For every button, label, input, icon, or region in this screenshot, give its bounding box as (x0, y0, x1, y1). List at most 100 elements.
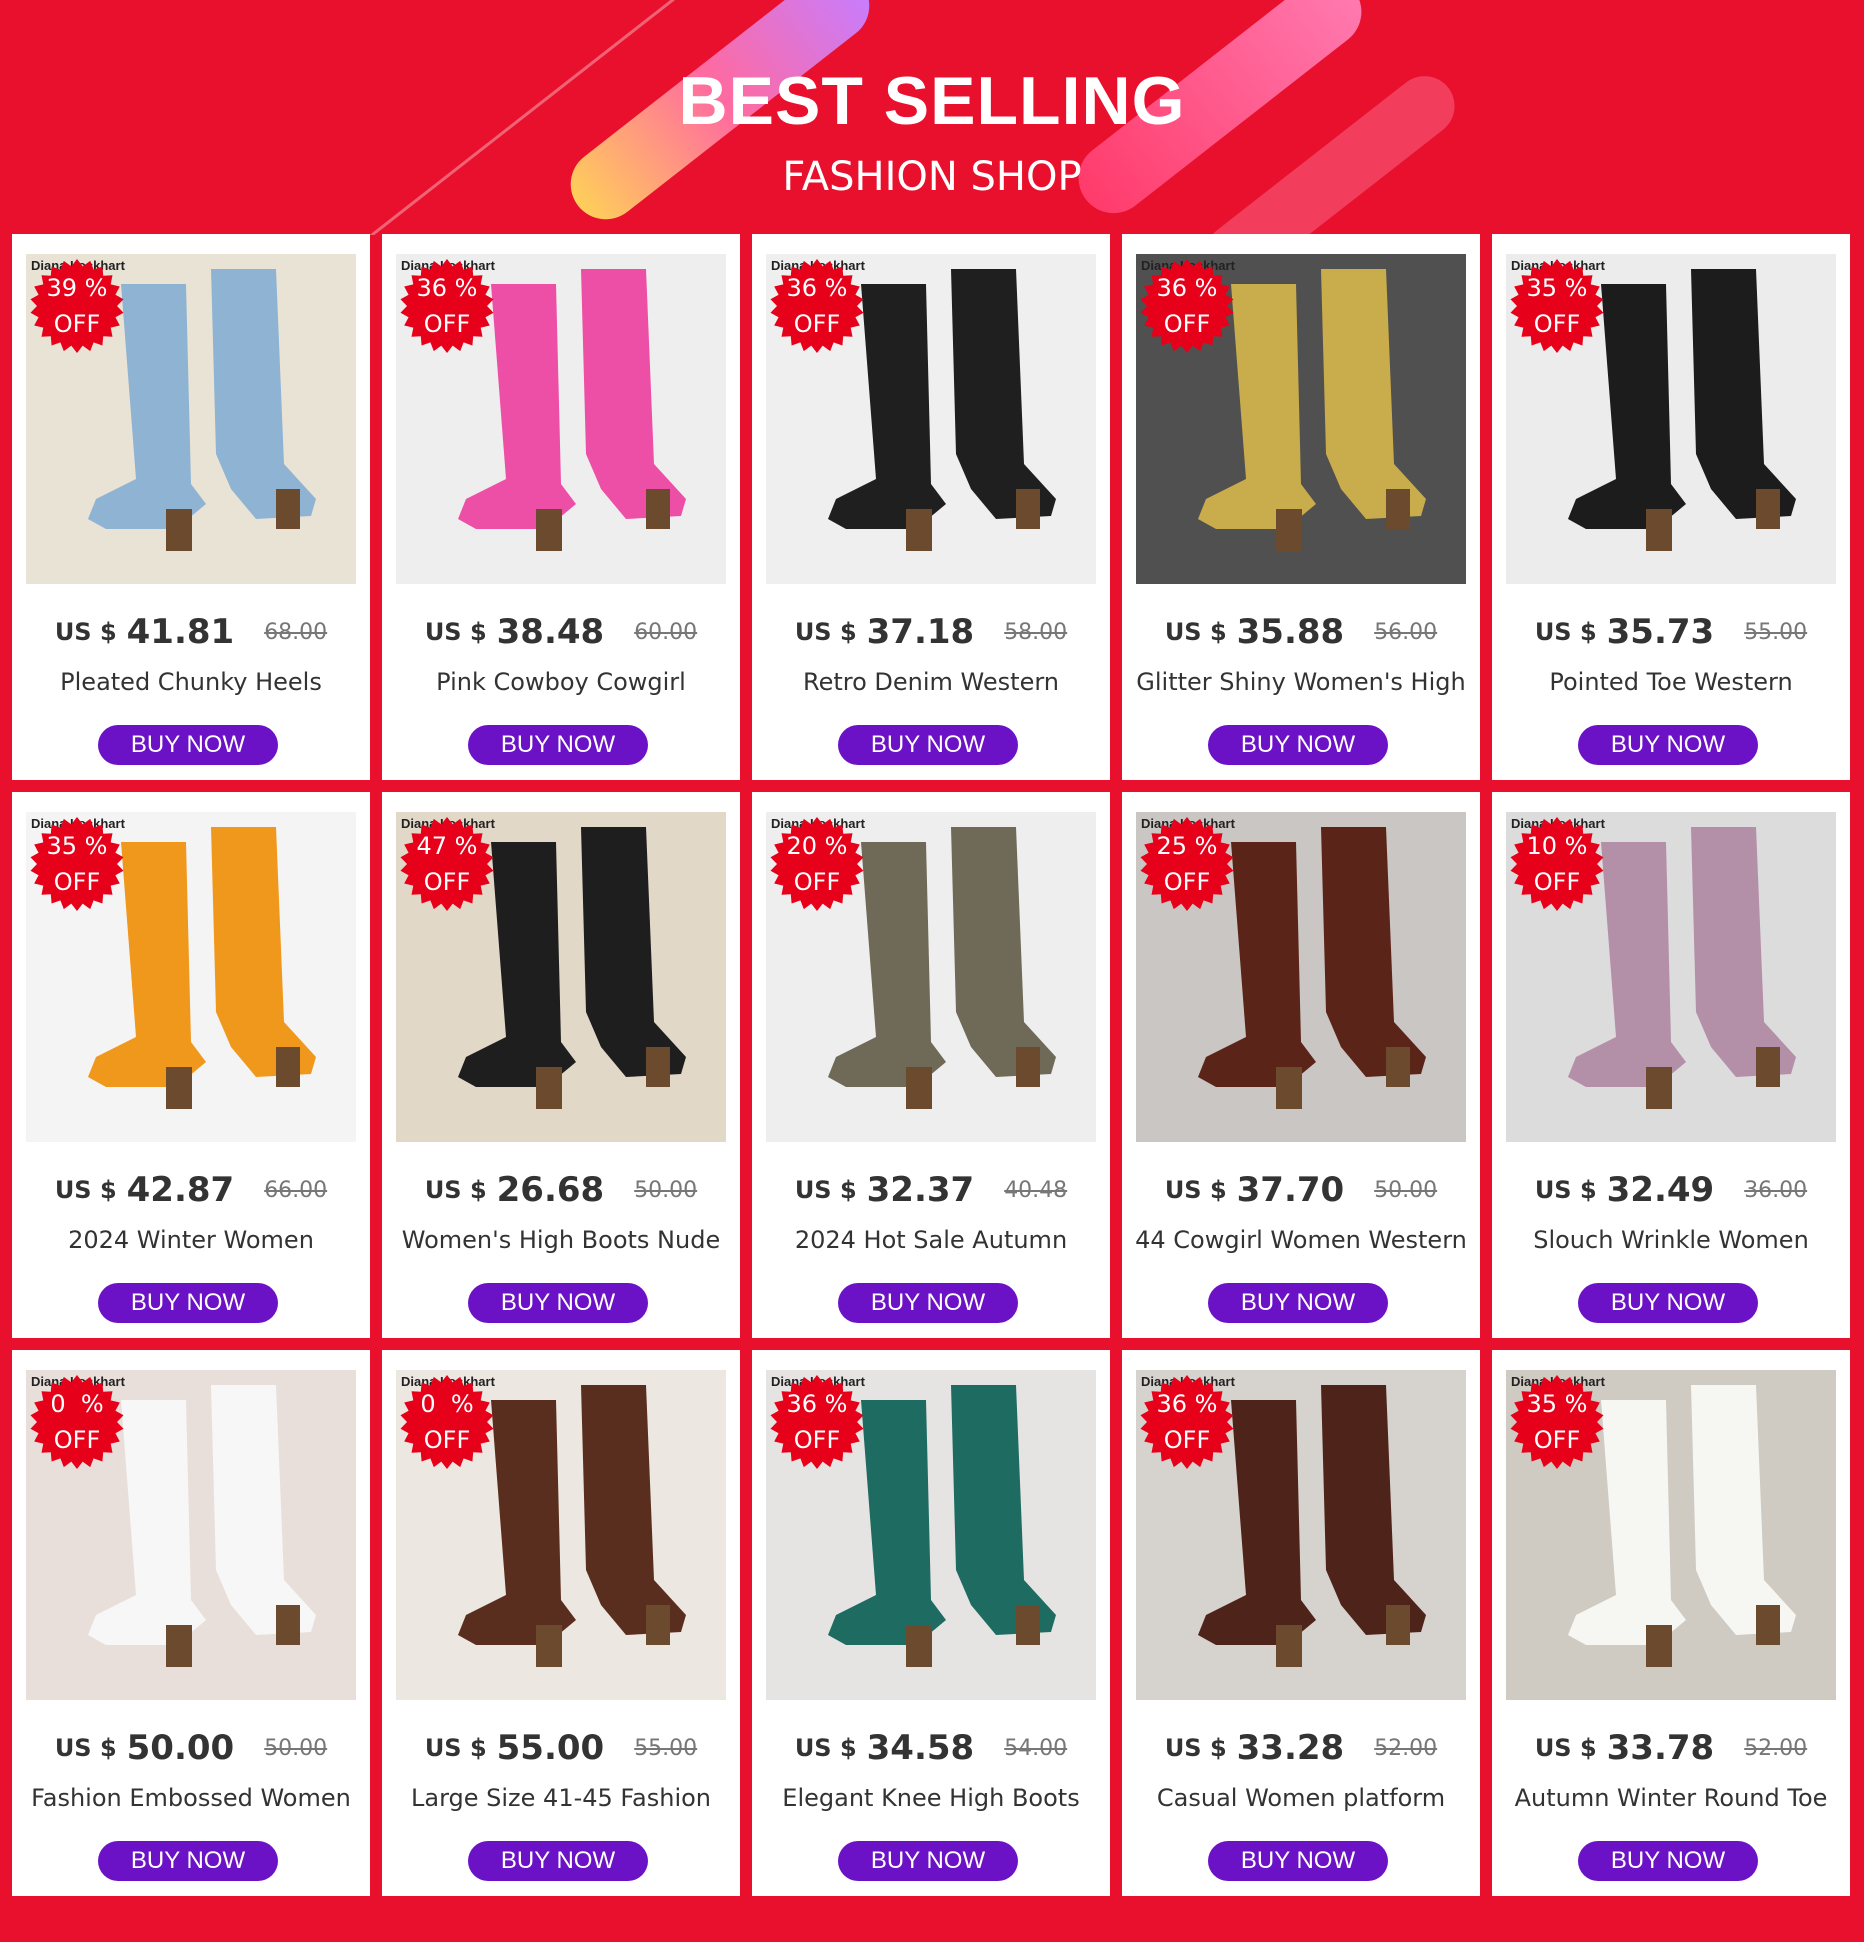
product-card[interactable]: Diana Lockhart 35 % OFF US $ 33.78 52.00 A… (1492, 1350, 1850, 1896)
product-image[interactable]: Diana Lockhart 36 % OFF (1136, 254, 1466, 584)
starburst-icon (770, 259, 864, 353)
currency-label: US $ (794, 618, 857, 646)
product-card[interactable]: Diana Lockhart 36 % OFF US $ 37.18 58.00 R… (752, 234, 1110, 780)
product-name[interactable]: 2024 Winter Women (18, 1226, 364, 1254)
buy-now-button[interactable]: BUY NOW (1578, 1283, 1758, 1323)
product-name[interactable]: Elegant Knee High Boots (758, 1784, 1104, 1812)
product-name[interactable]: Large Size 41-45 Fashion (388, 1784, 734, 1812)
price-row: US $ 50.00 50.00 (12, 1728, 370, 1768)
discount-off-label: OFF (793, 310, 841, 338)
product-card[interactable]: Diana Lockhart 36 % OFF US $ 33.28 52.00 C… (1122, 1350, 1480, 1896)
starburst-icon (1510, 259, 1604, 353)
discount-badge: 47 % OFF (399, 816, 495, 912)
buy-now-button[interactable]: BUY NOW (1578, 1841, 1758, 1881)
product-image[interactable]: Diana Lockhart 0 % OFF (396, 1370, 726, 1700)
product-image[interactable]: Diana Lockhart 36 % OFF (1136, 1370, 1466, 1700)
buy-now-button[interactable]: BUY NOW (838, 1283, 1018, 1323)
product-card[interactable]: Diana Lockhart 20 % OFF US $ 32.37 40.48 2… (752, 792, 1110, 1338)
product-name[interactable]: Pointed Toe Western (1498, 668, 1844, 696)
discount-off-label: OFF (423, 868, 471, 896)
discount-percent: 47 % (416, 832, 478, 860)
buy-now-button[interactable]: BUY NOW (468, 1283, 648, 1323)
discount-badge: 36 % OFF (1139, 258, 1235, 354)
banner-title: BEST SELLING (678, 63, 1186, 139)
buy-now-button[interactable]: BUY NOW (98, 1283, 278, 1323)
product-name[interactable]: Fashion Embossed Women (18, 1784, 364, 1812)
starburst-icon (1510, 1375, 1604, 1469)
buy-now-button[interactable]: BUY NOW (1208, 725, 1388, 765)
product-card[interactable]: Diana Lockhart 36 % OFF US $ 34.58 54.00 E… (752, 1350, 1110, 1896)
product-card[interactable]: Diana Lockhart 0 % OFF US $ 55.00 55.00 La… (382, 1350, 740, 1896)
sale-price: 34.58 (866, 1728, 975, 1768)
buy-now-button[interactable]: BUY NOW (468, 725, 648, 765)
product-card[interactable]: Diana Lockhart 36 % OFF US $ 35.88 56.00 G… (1122, 234, 1480, 780)
buy-now-button[interactable]: BUY NOW (98, 725, 278, 765)
buy-now-button[interactable]: BUY NOW (1208, 1841, 1388, 1881)
product-name[interactable]: Slouch Wrinkle Women (1498, 1226, 1844, 1254)
discount-off-label: OFF (53, 1426, 101, 1454)
buy-now-button[interactable]: BUY NOW (468, 1841, 648, 1881)
discount-off-label: OFF (1163, 310, 1211, 338)
price-row: US $ 42.87 66.00 (12, 1170, 370, 1210)
product-image[interactable]: Diana Lockhart 39 % OFF (26, 254, 356, 584)
discount-off-label: OFF (53, 868, 101, 896)
original-price: 58.00 (1004, 619, 1068, 645)
product-name[interactable]: Women's High Boots Nude (388, 1226, 734, 1254)
product-card[interactable]: Diana Lockhart 39 % OFF US $ 41.81 68.00 P… (12, 234, 370, 780)
product-image[interactable]: Diana Lockhart 36 % OFF (766, 1370, 1096, 1700)
buy-now-button[interactable]: BUY NOW (98, 1841, 278, 1881)
discount-badge: 35 % OFF (1509, 258, 1605, 354)
product-name[interactable]: 2024 Hot Sale Autumn (758, 1226, 1104, 1254)
product-image[interactable]: Diana Lockhart 36 % OFF (766, 254, 1096, 584)
buy-now-button[interactable]: BUY NOW (838, 1841, 1018, 1881)
product-image[interactable]: Diana Lockhart 35 % OFF (1506, 1370, 1836, 1700)
product-name[interactable]: Glitter Shiny Women's High (1128, 668, 1474, 696)
sale-price: 26.68 (496, 1170, 605, 1210)
product-card[interactable]: Diana Lockhart 36 % OFF US $ 38.48 60.00 P… (382, 234, 740, 780)
currency-label: US $ (1534, 1176, 1597, 1204)
currency-label: US $ (794, 1176, 857, 1204)
product-image[interactable]: Diana Lockhart 47 % OFF (396, 812, 726, 1142)
product-image[interactable]: Diana Lockhart 10 % OFF (1506, 812, 1836, 1142)
sale-price: 35.73 (1606, 612, 1715, 652)
original-price: 55.00 (634, 1735, 698, 1761)
original-price: 36.00 (1744, 1177, 1808, 1203)
product-card[interactable]: Diana Lockhart 0 % OFF US $ 50.00 50.00 Fa… (12, 1350, 370, 1896)
starburst-icon (30, 817, 124, 911)
price-row: US $ 32.37 40.48 (752, 1170, 1110, 1210)
product-card[interactable]: Diana Lockhart 47 % OFF US $ 26.68 50.00 W… (382, 792, 740, 1338)
starburst-icon (400, 259, 494, 353)
buy-now-button[interactable]: BUY NOW (1208, 1283, 1388, 1323)
product-card[interactable]: Diana Lockhart 10 % OFF US $ 32.49 36.00 S… (1492, 792, 1850, 1338)
sale-price: 33.78 (1606, 1728, 1715, 1768)
product-name[interactable]: Retro Denim Western (758, 668, 1104, 696)
discount-percent: 36 % (786, 1390, 848, 1418)
product-image[interactable]: Diana Lockhart 25 % OFF (1136, 812, 1466, 1142)
product-name[interactable]: Pleated Chunky Heels (18, 668, 364, 696)
product-image[interactable]: Diana Lockhart 35 % OFF (1506, 254, 1836, 584)
product-card[interactable]: Diana Lockhart 35 % OFF US $ 42.87 66.00 2… (12, 792, 370, 1338)
discount-badge: 0 % OFF (399, 1374, 495, 1470)
original-price: 52.00 (1374, 1735, 1438, 1761)
product-name[interactable]: 44 Cowgirl Women Western (1128, 1226, 1474, 1254)
product-name[interactable]: Casual Women platform (1128, 1784, 1474, 1812)
product-card[interactable]: Diana Lockhart 35 % OFF US $ 35.73 55.00 P… (1492, 234, 1850, 780)
sale-price: 32.37 (866, 1170, 975, 1210)
discount-badge: 20 % OFF (769, 816, 865, 912)
price-row: US $ 33.78 52.00 (1492, 1728, 1850, 1768)
currency-label: US $ (54, 1734, 117, 1762)
product-image[interactable]: Diana Lockhart 0 % OFF (26, 1370, 356, 1700)
starburst-icon (30, 1375, 124, 1469)
product-name[interactable]: Pink Cowboy Cowgirl (388, 668, 734, 696)
price-row: US $ 37.70 50.00 (1122, 1170, 1480, 1210)
discount-off-label: OFF (423, 1426, 471, 1454)
product-image[interactable]: Diana Lockhart 20 % OFF (766, 812, 1096, 1142)
product-card[interactable]: Diana Lockhart 25 % OFF US $ 37.70 50.00 4… (1122, 792, 1480, 1338)
product-image[interactable]: Diana Lockhart 35 % OFF (26, 812, 356, 1142)
buy-now-button[interactable]: BUY NOW (838, 725, 1018, 765)
original-price: 54.00 (1004, 1735, 1068, 1761)
buy-now-button[interactable]: BUY NOW (1578, 725, 1758, 765)
product-name[interactable]: Autumn Winter Round Toe (1498, 1784, 1844, 1812)
starburst-icon (30, 259, 124, 353)
product-image[interactable]: Diana Lockhart 36 % OFF (396, 254, 726, 584)
